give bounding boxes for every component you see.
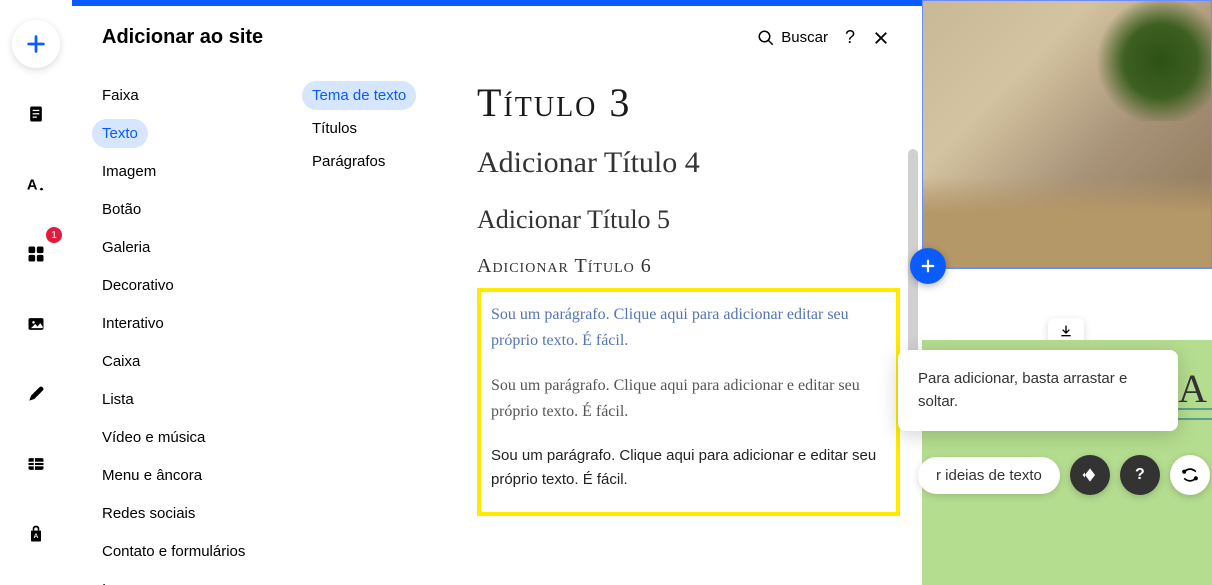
category-item[interactable]: Incorporar <box>92 575 272 585</box>
category-item-active[interactable]: Texto <box>92 119 148 148</box>
subcategory-item-active[interactable]: Tema de texto <box>302 81 416 110</box>
subcategory-list: Tema de texto Títulos Parágrafos <box>292 69 462 585</box>
category-item[interactable]: Caixa <box>92 347 272 376</box>
heading-4-preview[interactable]: Adicionar Título 4 <box>477 146 900 180</box>
paragraph-preview-2[interactable]: Sou um parágrafo. Clique aqui para adici… <box>491 373 886 424</box>
hero-image[interactable] <box>922 0 1212 268</box>
drag-drop-tooltip: Para adicionar, basta arrastar e soltar. <box>898 350 1178 431</box>
pen-icon <box>26 384 46 404</box>
editor-canvas: A <box>920 0 1212 585</box>
preview-column: Título 3 Adicionar Título 4 Adicionar Tí… <box>462 69 920 585</box>
category-item[interactable]: Imagem <box>92 157 272 186</box>
add-section-button[interactable] <box>910 248 946 284</box>
grid-icon <box>26 244 46 264</box>
category-list: Faixa Texto Imagem Botão Galeria Decorat… <box>72 69 292 585</box>
heading-5-preview[interactable]: Adicionar Título 5 <box>477 205 900 235</box>
section-divider <box>920 268 1212 269</box>
category-item[interactable]: Menu e âncora <box>92 461 272 490</box>
diamond-arrows-icon <box>1080 465 1100 485</box>
svg-text:A: A <box>34 533 39 540</box>
panel-header: Adicionar ao site Buscar ? <box>72 6 920 69</box>
undo-redo-button[interactable] <box>1070 455 1110 495</box>
search-label: Buscar <box>781 29 828 46</box>
svg-text:A: A <box>27 178 38 194</box>
help-button[interactable]: ? <box>840 27 860 48</box>
design-icon: A <box>25 173 47 195</box>
store-button[interactable]: A <box>12 510 60 558</box>
close-icon <box>872 29 890 47</box>
canvas-action-bar: r ideias de texto ? <box>918 455 1210 495</box>
apps-button[interactable]: 1 <box>12 230 60 278</box>
paragraph-preview-1[interactable]: Sou um parágrafo. Clique aqui para adici… <box>491 302 886 353</box>
subcategory-item[interactable]: Títulos <box>302 114 367 143</box>
page-icon <box>26 104 46 124</box>
pages-button[interactable] <box>12 90 60 138</box>
add-panel: Adicionar ao site Buscar ? Faixa Texto I… <box>72 6 920 585</box>
download-icon <box>1058 323 1074 339</box>
subcategory-item[interactable]: Parágrafos <box>302 147 395 176</box>
category-item[interactable]: Lista <box>92 385 272 414</box>
design-button[interactable]: A <box>12 160 60 208</box>
category-item[interactable]: Interativo <box>92 309 272 338</box>
table-icon <box>26 454 46 474</box>
cms-button[interactable] <box>12 440 60 488</box>
category-item[interactable]: Contato e formulários <box>92 537 272 566</box>
category-item[interactable]: Decorativo <box>92 271 272 300</box>
apps-badge: 1 <box>46 227 62 243</box>
heading-3-preview[interactable]: Título 3 <box>477 79 900 126</box>
category-item[interactable]: Vídeo e música <box>92 423 272 452</box>
panel-title: Adicionar ao site <box>102 26 745 49</box>
panel-body: Faixa Texto Imagem Botão Galeria Decorat… <box>72 69 920 585</box>
left-rail: A 1 A <box>0 0 72 585</box>
close-button[interactable] <box>872 29 890 47</box>
image-icon <box>26 314 46 334</box>
category-item[interactable]: Redes sociais <box>92 499 272 528</box>
blog-button[interactable] <box>12 370 60 418</box>
category-item[interactable]: Faixa <box>92 81 272 110</box>
media-button[interactable] <box>12 300 60 348</box>
swap-icon <box>1180 465 1200 485</box>
decorative-letter: A <box>1178 365 1207 412</box>
heading-6-preview[interactable]: Adicionar Título 6 <box>477 255 900 278</box>
search-icon <box>757 29 775 47</box>
category-item[interactable]: Botão <box>92 195 272 224</box>
add-element-button[interactable] <box>12 20 60 68</box>
search-button[interactable]: Buscar <box>757 29 828 47</box>
help-bubble-button[interactable]: ? <box>1120 455 1160 495</box>
category-item[interactable]: Galeria <box>92 233 272 262</box>
plus-icon <box>919 257 937 275</box>
question-icon: ? <box>1135 466 1145 484</box>
bag-icon: A <box>26 524 46 544</box>
text-ideas-button[interactable]: r ideias de texto <box>918 457 1060 494</box>
tools-button[interactable] <box>1170 455 1210 495</box>
paragraph-highlight-box: Sou um parágrafo. Clique aqui para adici… <box>477 288 900 516</box>
paragraph-preview-3[interactable]: Sou um parágrafo. Clique aqui para adici… <box>491 444 886 492</box>
plus-icon <box>25 33 47 55</box>
